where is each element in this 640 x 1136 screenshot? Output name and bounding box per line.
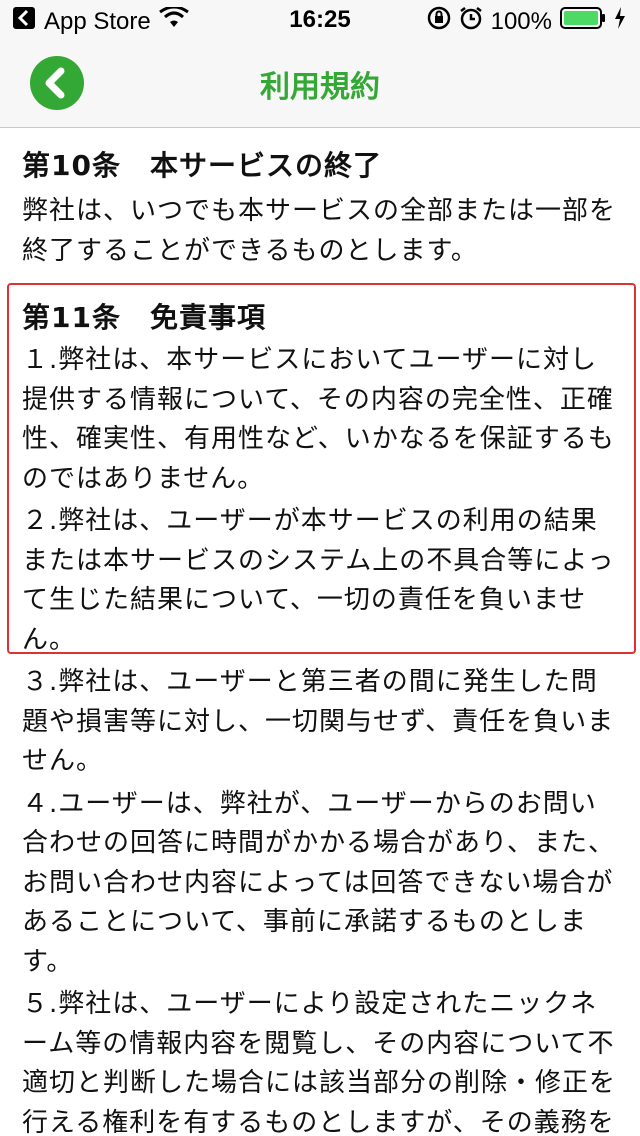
navigation-bar: 利用規約	[0, 40, 640, 128]
rotation-lock-icon	[427, 6, 451, 37]
alarm-icon	[459, 6, 483, 37]
charging-bolt-icon	[614, 7, 626, 36]
article-11-item-1: １.弊社は、本サービスにおいてユーザーに対し提供する情報について、その内容の完全…	[22, 345, 615, 494]
article-11-item-5: ５.弊社は、ユーザーにより設定されたニックネーム等の情報内容を閲覧し、その内容に…	[22, 989, 617, 1136]
article-11-item-4: ４.ユーザーは、弊社が、ユーザーからのお問い合わせの回答に時間がかかる場合があり…	[22, 788, 615, 977]
article-10-title: 第10条 本サービスの終了	[22, 149, 382, 182]
article-10-body: 弊社は、いつでも本サービスの全部または一部を終了することができるものとします。	[22, 196, 617, 266]
article-11: 第11条 免責事項 １.弊社は、本サービスにおいてユーザーに対し提供する情報につ…	[22, 298, 622, 1136]
article-11-item-3: ３.弊社は、ユーザーと第三者の間に発生した問題や損害等に対し、一切関与せず、責任…	[22, 667, 615, 776]
article-11-title: 第11条 免責事項	[22, 301, 266, 334]
article-11-item-2: ２.弊社は、ユーザーが本サービスの利用の結果または本サービスのシステム上の不具合…	[22, 506, 615, 655]
status-bar: App Store 16:25 100%	[0, 0, 640, 40]
status-right: 100%	[427, 6, 626, 37]
terms-content[interactable]: 第10条 本サービスの終了 弊社は、いつでも本サービスの全部または一部を終了する…	[0, 128, 640, 1136]
article-10: 第10条 本サービスの終了 弊社は、いつでも本サービスの全部または一部を終了する…	[22, 146, 622, 271]
page-title: 利用規約	[260, 70, 380, 105]
battery-percent: 100%	[490, 7, 552, 35]
battery-icon	[560, 7, 606, 36]
